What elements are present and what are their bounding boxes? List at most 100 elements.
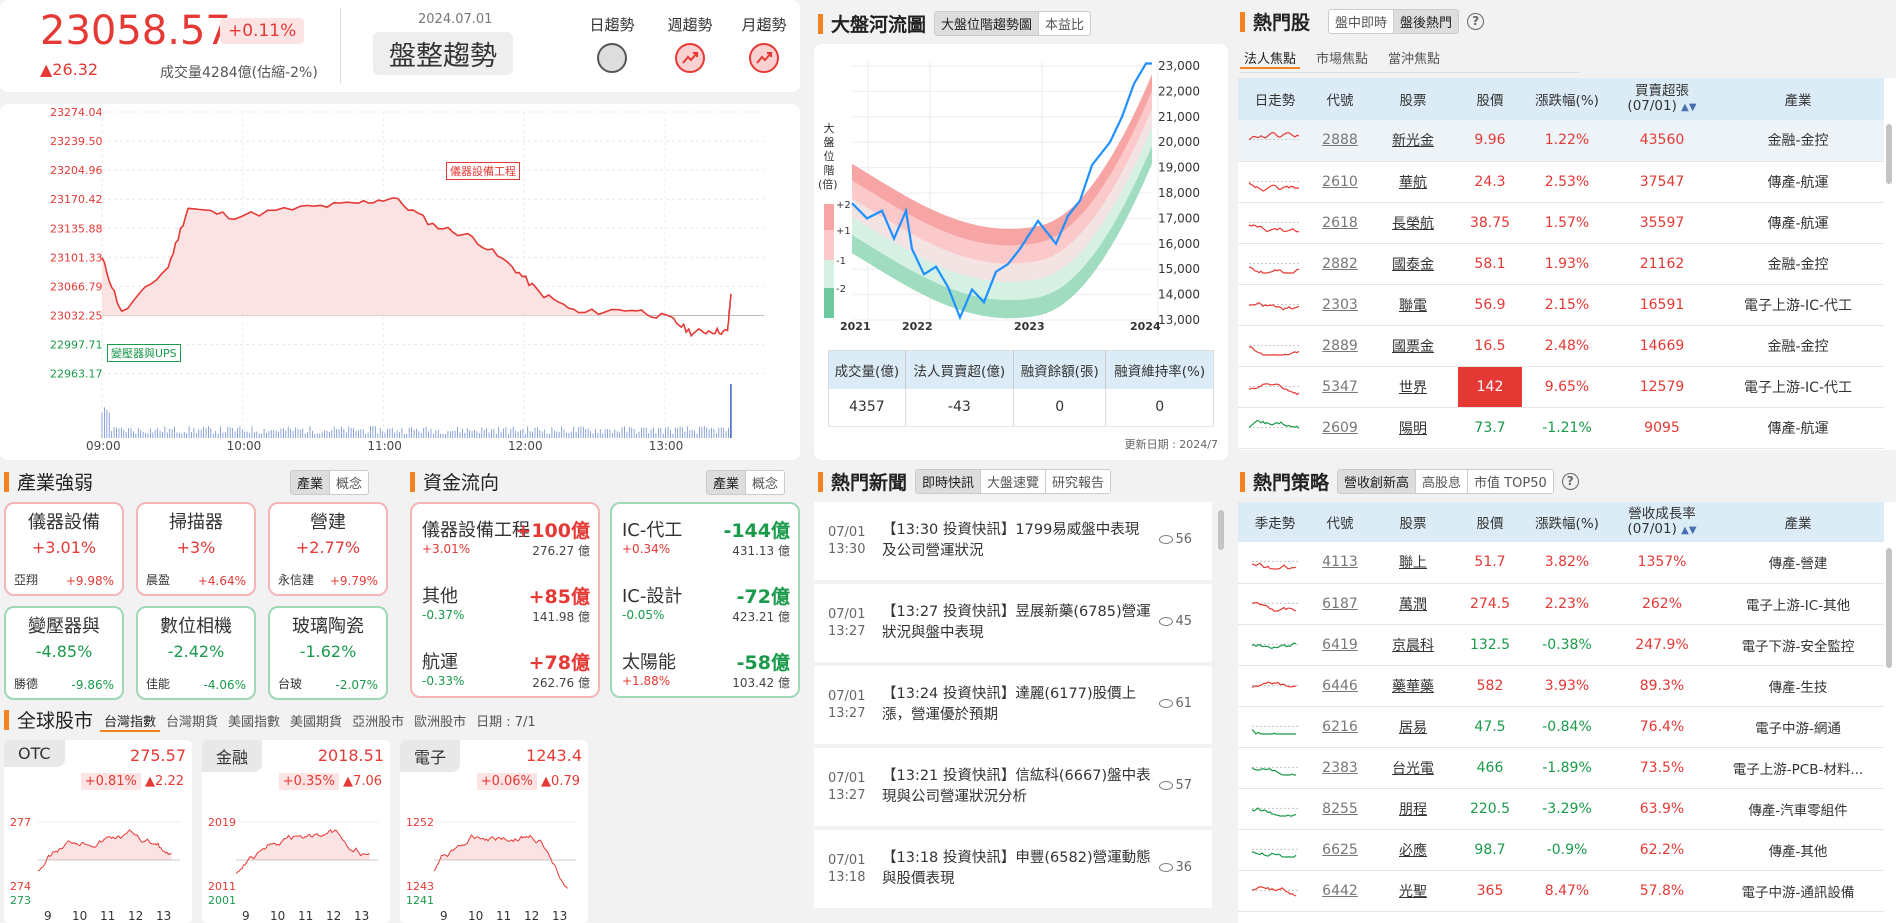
- industry-card[interactable]: 掃描器 +3% 晨盈 +4.64%: [136, 502, 256, 596]
- scrollbar[interactable]: [1886, 124, 1892, 184]
- industry-card[interactable]: 儀器設備 +3.01% 亞翔 +9.98%: [4, 502, 124, 596]
- flow-item[interactable]: 儀器設備工程 +100億 +3.01% 276.27 億: [422, 516, 590, 576]
- stock-name[interactable]: 陽明: [1368, 407, 1458, 449]
- table-row[interactable]: 6442 光聖 365 8.47% 57.8% 電子中游-通訊設備: [1238, 870, 1884, 912]
- flow-item[interactable]: IC-代工 -144億 +0.34% 431.13 億: [622, 516, 790, 576]
- help-icon[interactable]: ?: [1561, 473, 1579, 490]
- stock-code[interactable]: 2383: [1312, 747, 1368, 789]
- flow-item[interactable]: 航運 +78億 -0.33% 262.76 億: [422, 648, 590, 708]
- table-row[interactable]: 8255 朋程 220.5 -3.29% 63.9% 傳產-汽車零組件: [1238, 788, 1884, 830]
- table-row[interactable]: 6446 藥華藥 582 3.93% 89.3% 傳產-生技: [1238, 665, 1884, 707]
- stock-code[interactable]: 2609: [1312, 407, 1368, 449]
- trend-day[interactable]: 日趨勢: [586, 14, 638, 73]
- tab-top50[interactable]: 市值 TOP50: [1467, 470, 1553, 493]
- news-title[interactable]: 【13:24 投資快訊】達麗(6177)股價上漲，營運優於預期: [882, 684, 1152, 726]
- stock-code[interactable]: 2618: [1312, 202, 1368, 244]
- stock-name[interactable]: 聯電: [1368, 284, 1458, 326]
- table-row[interactable]: 5347 世界 142 9.65% 12579 電子上游-IC-代工: [1238, 366, 1884, 408]
- subtab-market[interactable]: 市場焦點: [1312, 48, 1372, 69]
- table-row[interactable]: 4113 聯上 51.7 3.82% 1357% 傳產-營建: [1238, 542, 1884, 584]
- tab-river-pe[interactable]: 本益比: [1038, 12, 1091, 35]
- stock-code[interactable]: 6446: [1312, 665, 1368, 707]
- tab-high-dividend[interactable]: 高股息: [1415, 470, 1468, 493]
- tab-realtime[interactable]: 即時快訊: [916, 470, 981, 493]
- stock-code[interactable]: 6442: [1312, 870, 1368, 912]
- stock-code[interactable]: 8255: [1312, 788, 1368, 830]
- table-row[interactable]: 6216 居易 47.5 -0.84% 76.4% 電子中游-網通: [1238, 706, 1884, 748]
- table-row[interactable]: 2889 國票金 16.5 2.48% 14669 金融-金控: [1238, 325, 1884, 367]
- table-row[interactable]: 2610 華航 24.3 2.53% 37547 傳產-航運: [1238, 161, 1884, 203]
- tab-concept[interactable]: 概念: [329, 471, 369, 494]
- stock-code[interactable]: 6216: [1312, 706, 1368, 748]
- stock-code[interactable]: 6187: [1312, 583, 1368, 625]
- subtab-institutional[interactable]: 法人焦點: [1240, 48, 1301, 69]
- scrollbar[interactable]: [1886, 548, 1892, 668]
- news-scrollbar[interactable]: [1218, 510, 1224, 550]
- subtab-daytrade[interactable]: 當沖焦點: [1384, 48, 1444, 69]
- market-card[interactable]: OTC 275.57 +0.81% ▲2.22 277 274 273 9 10 11 12…: [4, 740, 192, 923]
- help-icon[interactable]: ?: [1467, 13, 1485, 30]
- stock-name[interactable]: 國泰金: [1368, 243, 1458, 285]
- table-row[interactable]: 2303 聯電 56.9 2.15% 16591 電子上游-IC-代工: [1238, 284, 1884, 326]
- sortable-header[interactable]: 營收成長率 (07/01) ▲▼: [1612, 502, 1712, 542]
- stock-name[interactable]: 台光電: [1368, 747, 1458, 789]
- stock-name[interactable]: 朋程: [1368, 788, 1458, 830]
- stock-code[interactable]: 6625: [1312, 829, 1368, 871]
- trend-month[interactable]: 月趨勢: [738, 14, 790, 73]
- stock-name[interactable]: 新光金: [1368, 120, 1458, 162]
- news-title[interactable]: 【13:18 投資快訊】申豐(6582)營運動態與股價表現: [882, 848, 1152, 890]
- industry-card[interactable]: 營建 +2.77% 永信建 +9.79%: [268, 502, 388, 596]
- news-item[interactable]: 07/01 13:30 【13:30 投資快訊】1799易威盤中表現及公司營運狀況…: [814, 502, 1212, 580]
- industry-card[interactable]: 玻璃陶瓷 -1.62% 台玻 -2.07%: [268, 606, 388, 700]
- stock-code[interactable]: 5347: [1312, 366, 1368, 408]
- flow-item[interactable]: IC-設計 -72億 -0.05% 423.21 億: [622, 582, 790, 642]
- market-card[interactable]: 電子 1243.4 +0.06% ▲0.79 1252 1243 1241 9 10 11…: [400, 740, 588, 923]
- tab-market-overview[interactable]: 大盤速覽: [980, 470, 1046, 493]
- news-title[interactable]: 【13:30 投資快訊】1799易威盤中表現及公司營運狀況: [882, 520, 1152, 562]
- tab-research[interactable]: 研究報告: [1045, 470, 1111, 493]
- tab-after-hours[interactable]: 盤後熱門: [1393, 10, 1459, 33]
- tab-tw-futures[interactable]: 台灣期貨: [162, 711, 222, 732]
- news-title[interactable]: 【13:21 投資快訊】信紘科(6667)盤中表現與公司營運狀況分析: [882, 766, 1152, 808]
- stock-name[interactable]: 國票金: [1368, 325, 1458, 367]
- stock-name[interactable]: 世界: [1368, 366, 1458, 408]
- tab-revenue-high[interactable]: 營收創新高: [1338, 470, 1416, 493]
- stock-code[interactable]: 6419: [1312, 624, 1368, 666]
- industry-card[interactable]: 數位相機 -2.42% 佳能 -4.06%: [136, 606, 256, 700]
- stock-name[interactable]: 居易: [1368, 706, 1458, 748]
- table-row[interactable]: 2888 新光金 9.96 1.22% 43560 金融-金控: [1238, 120, 1884, 162]
- stock-code[interactable]: 2888: [1312, 120, 1368, 162]
- tab-concept[interactable]: 概念: [745, 471, 785, 494]
- tab-intraday[interactable]: 盤中即時: [1329, 10, 1394, 33]
- stock-name[interactable]: 藥華藥: [1368, 665, 1458, 707]
- news-item[interactable]: 07/01 13:27 【13:24 投資快訊】達麗(6177)股價上漲，營運優於…: [814, 666, 1212, 744]
- industry-card[interactable]: 變壓器與 -4.85% 勝德 -9.86%: [4, 606, 124, 700]
- tab-industry[interactable]: 產業: [707, 471, 746, 494]
- stock-name[interactable]: 萬潤: [1368, 583, 1458, 625]
- stock-name[interactable]: 必應: [1368, 829, 1458, 871]
- news-item[interactable]: 07/01 13:27 【13:27 投資快訊】昱展新藥(6785)營運狀況與盤中…: [814, 584, 1212, 662]
- stock-name[interactable]: 華航: [1368, 161, 1458, 203]
- market-card[interactable]: 金融 2018.51 +0.35% ▲7.06 2019 2011 2001 9 10 1…: [202, 740, 390, 923]
- table-row[interactable]: 6187 萬潤 274.5 2.23% 262% 電子上游-IC-其他: [1238, 583, 1884, 625]
- table-row[interactable]: 2609 陽明 73.7 -1.21% 9095 傳產-航運: [1238, 407, 1884, 449]
- trend-week[interactable]: 週趨勢: [664, 14, 716, 73]
- news-item[interactable]: 07/01 13:27 【13:21 投資快訊】信紘科(6667)盤中表現與公司營…: [814, 748, 1212, 826]
- stock-name[interactable]: 光聖: [1368, 870, 1458, 912]
- tab-asia[interactable]: 亞洲股市: [348, 711, 408, 732]
- tab-europe[interactable]: 歐洲股市: [410, 711, 470, 732]
- tab-river-level[interactable]: 大盤位階趨勢圖: [935, 12, 1039, 35]
- stock-name[interactable]: 京晨科: [1368, 624, 1458, 666]
- tab-tw-index[interactable]: 台灣指數: [100, 711, 161, 732]
- flow-item[interactable]: 其他 +85億 -0.37% 141.98 億: [422, 582, 590, 642]
- sortable-header[interactable]: 買賣超張 (07/01) ▲▼: [1612, 78, 1712, 120]
- table-row[interactable]: 2383 台光電 466 -1.89% 73.5% 電子上游-PCB-材料...: [1238, 747, 1884, 789]
- stock-code[interactable]: 2610: [1312, 161, 1368, 203]
- table-row[interactable]: 2882 國泰金 58.1 1.93% 21162 金融-金控: [1238, 243, 1884, 285]
- stock-code[interactable]: 2303: [1312, 284, 1368, 326]
- flow-item[interactable]: 太陽能 -58億 +1.88% 103.42 億: [622, 648, 790, 708]
- stock-code[interactable]: 4113: [1312, 542, 1368, 584]
- table-row[interactable]: 2618 長榮航 38.75 1.57% 35597 傳產-航運: [1238, 202, 1884, 244]
- news-item[interactable]: 07/01 13:18 【13:18 投資快訊】申豐(6582)營運動態與股價表現…: [814, 830, 1212, 908]
- tab-us-futures[interactable]: 美國期貨: [286, 711, 346, 732]
